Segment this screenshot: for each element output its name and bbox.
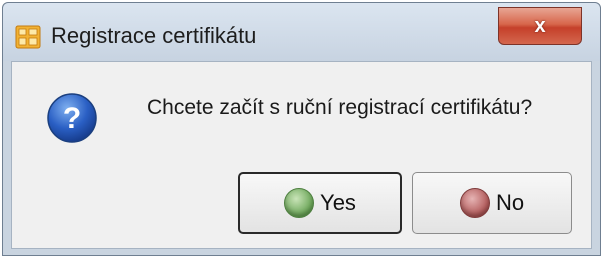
svg-text:?: ? [63, 102, 81, 135]
dialog-message: Chcete začít s ruční registrací certifik… [147, 96, 533, 119]
dialog-body: ? Chcete začít s ruční registrací certif… [11, 61, 592, 249]
window-title: Registrace certifikátu [51, 23, 257, 48]
no-button-label: No [495, 190, 525, 215]
certificate-app-icon [15, 25, 41, 49]
title-bar[interactable]: Registrace certifikátu x [3, 3, 600, 61]
close-icon: x [534, 14, 546, 37]
red-circle-icon [459, 188, 490, 218]
no-button[interactable]: No [412, 172, 572, 234]
yes-button-label: Yes [320, 190, 356, 215]
dialog-window: Registrace certifikátu x ? Chcete začít … [2, 2, 601, 256]
question-icon: ? [47, 93, 97, 143]
close-button[interactable]: x [498, 7, 582, 45]
yes-button[interactable]: Yes [238, 172, 402, 234]
green-circle-icon [284, 188, 315, 218]
